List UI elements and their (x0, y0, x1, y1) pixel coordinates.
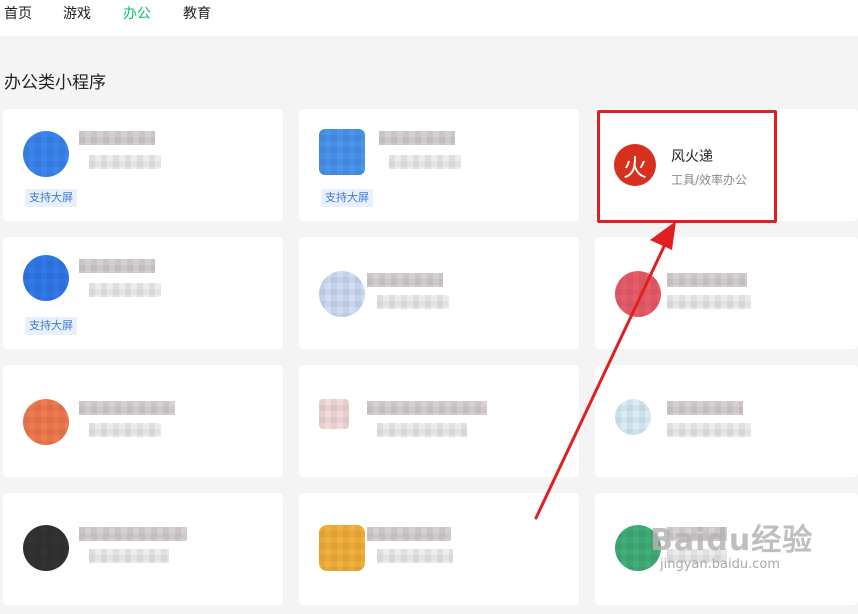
app-name-blurred (79, 259, 155, 273)
app-desc-blurred (89, 283, 161, 297)
nav-tab-office[interactable]: 办公 (123, 3, 151, 23)
app-desc-blurred (89, 155, 161, 169)
app-desc-blurred (667, 295, 751, 309)
app-card[interactable] (299, 237, 579, 349)
nav-tab-education[interactable]: 教育 (183, 3, 211, 23)
app-desc-blurred (667, 423, 751, 437)
fengHuoDi-app-icon: 火 (614, 144, 656, 186)
nav-tab-home[interactable]: 首页 (4, 3, 32, 23)
app-icon-blurred (319, 525, 365, 571)
app-name-blurred (367, 401, 487, 415)
app-name-blurred (79, 131, 155, 145)
app-icon-blurred (23, 255, 69, 301)
app-name-blurred (667, 401, 743, 415)
large-screen-badge: 支持大屏 (25, 189, 77, 207)
app-card[interactable] (299, 493, 579, 605)
app-card[interactable]: 支持大屏 (3, 237, 283, 349)
large-screen-badge: 支持大屏 (321, 189, 373, 207)
fengHuoDi-app-category: 工具/效率办公 (671, 173, 748, 187)
app-icon-blurred (319, 271, 365, 317)
app-icon-blurred (23, 525, 69, 571)
app-card[interactable] (595, 365, 858, 477)
app-name-blurred (367, 273, 443, 287)
app-card[interactable] (3, 493, 283, 605)
app-name-blurred (667, 273, 747, 287)
app-card[interactable] (595, 237, 858, 349)
app-icon-blurred (615, 525, 661, 571)
app-card[interactable]: 支持大屏 (3, 109, 283, 221)
app-card[interactable] (3, 365, 283, 477)
nav-tab-games[interactable]: 游戏 (63, 3, 91, 23)
app-icon-blurred (319, 129, 365, 175)
top-nav: 首页 游戏 办公 教育 (0, 0, 858, 36)
app-name-blurred (667, 527, 727, 541)
app-card[interactable] (595, 493, 858, 605)
app-icon-blurred (319, 399, 349, 429)
app-icon-blurred (615, 271, 661, 317)
app-icon-blurred (615, 399, 651, 435)
app-card[interactable] (299, 365, 579, 477)
app-desc-blurred (377, 549, 453, 563)
app-desc-blurred (377, 295, 449, 309)
app-desc-blurred (89, 549, 169, 563)
app-desc-blurred (89, 423, 161, 437)
app-name-blurred (79, 401, 175, 415)
app-icon-blurred (23, 399, 69, 445)
app-desc-blurred (667, 549, 727, 563)
app-card[interactable]: 支持大屏 (299, 109, 579, 221)
fengHuoDi-app-name: 风火递 (671, 149, 713, 165)
app-icon-blurred (23, 131, 69, 177)
app-name-blurred (379, 131, 455, 145)
app-desc-blurred (377, 423, 467, 437)
app-desc-blurred (389, 155, 461, 169)
large-screen-badge: 支持大屏 (25, 317, 77, 335)
app-name-blurred (79, 527, 187, 541)
app-name-blurred (367, 527, 451, 541)
section-title: 办公类小程序 (4, 73, 106, 93)
